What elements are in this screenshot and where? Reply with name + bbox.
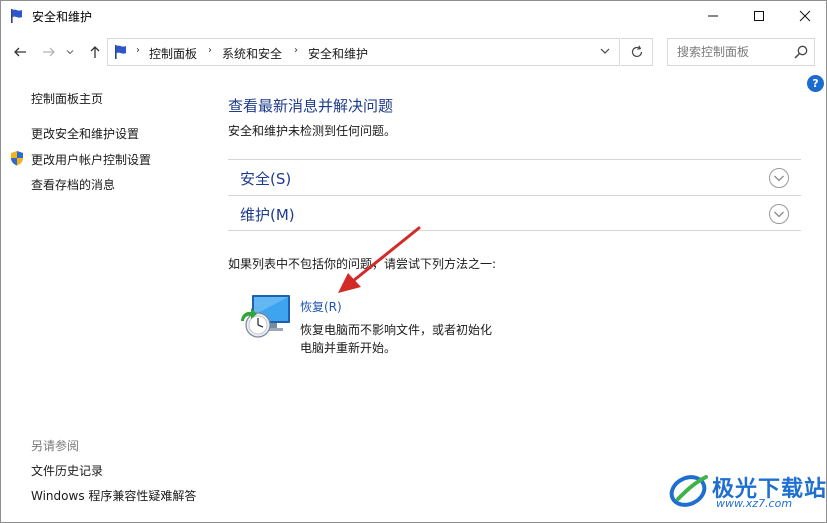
chevron-down-icon[interactable] [768, 203, 790, 225]
window-title: 安全和维护 [32, 10, 93, 24]
maximize-button[interactable] [736, 1, 782, 31]
refresh-icon [631, 45, 642, 58]
help-icon: ? [812, 77, 819, 90]
sidebar-item-change-security-settings[interactable]: 更改安全和维护设置 [31, 125, 139, 142]
see-also-file-history[interactable]: 文件历史记录 [31, 462, 103, 479]
section-maintenance[interactable]: 维护(M) [228, 195, 801, 231]
chevron-down-icon[interactable] [768, 167, 790, 189]
help-button[interactable]: ? [807, 75, 824, 92]
address-bar[interactable]: › 控制面板 › 系统和安全 › 安全和维护 [107, 38, 620, 66]
up-arrow-icon [90, 46, 100, 58]
watermark: 极光下载站 www.xz7.com [668, 467, 826, 515]
forward-arrow-icon [43, 47, 55, 57]
breadcrumb-control-panel[interactable]: 控制面板 [149, 45, 197, 62]
recent-locations-button[interactable] [63, 41, 77, 63]
watermark-url: www.xz7.com [716, 497, 793, 510]
recovery-icon[interactable] [238, 291, 294, 339]
breadcrumb-system-security[interactable]: 系统和安全 [222, 45, 282, 62]
close-button[interactable] [782, 1, 826, 31]
close-icon [799, 10, 811, 22]
sidebar-item-archived-messages[interactable]: 查看存档的消息 [31, 176, 115, 193]
search-icon[interactable] [793, 44, 809, 60]
chevron-down-icon [66, 50, 74, 55]
minimize-button[interactable] [690, 1, 736, 31]
control-panel-window: 安全和维护 › 控制面板 › 系统和安全 › 安全和维护 搜索控制面板 ? 控制… [0, 0, 827, 523]
maximize-icon [754, 11, 764, 21]
breadcrumb-security-maintenance[interactable]: 安全和维护 [308, 45, 368, 62]
section-security[interactable]: 安全(S) [228, 159, 801, 195]
navigation-bar: › 控制面板 › 系统和安全 › 安全和维护 [1, 32, 826, 72]
search-input[interactable] [668, 39, 788, 65]
breadcrumb-separator[interactable]: › [136, 45, 140, 56]
minimize-icon [708, 15, 718, 17]
chevron-down-icon [600, 48, 610, 54]
up-button[interactable] [85, 41, 105, 63]
recovery-description: 恢复电脑而不影响文件，或者初始化电脑并重新开始。 [300, 323, 493, 355]
section-security-label: 安全(S) [240, 170, 292, 188]
troubleshoot-hint: 如果列表中不包括你的问题，请尝试下列方法之一: [228, 257, 497, 271]
watermark-logo [669, 475, 708, 507]
status-message: 安全和维护未检测到任何问题。 [228, 124, 397, 138]
shield-icon [11, 151, 23, 166]
flag-icon [11, 9, 22, 23]
page-title: 查看最新消息并解决问题 [228, 97, 394, 115]
address-history-dropdown[interactable] [594, 38, 616, 64]
forward-button[interactable] [39, 41, 59, 63]
flag-icon [115, 45, 126, 59]
breadcrumb-separator[interactable]: › [208, 45, 212, 56]
breadcrumb-separator[interactable]: › [294, 45, 298, 56]
see-also-heading: 另请参阅 [31, 439, 80, 453]
refresh-button[interactable] [621, 38, 653, 66]
recovery-link[interactable]: 恢复(R) [300, 298, 342, 315]
sidebar-item-control-panel-home[interactable]: 控制面板主页 [31, 90, 103, 107]
back-button[interactable] [10, 41, 30, 63]
title-bar: 安全和维护 [1, 1, 826, 32]
back-arrow-icon [14, 47, 26, 57]
search-box[interactable] [667, 38, 815, 66]
sidebar-item-uac-settings[interactable]: 更改用户帐户控制设置 [31, 151, 151, 168]
see-also-compat-troubleshooter[interactable]: Windows 程序兼容性疑难解答 [31, 487, 196, 504]
section-maintenance-label: 维护(M) [240, 206, 295, 224]
